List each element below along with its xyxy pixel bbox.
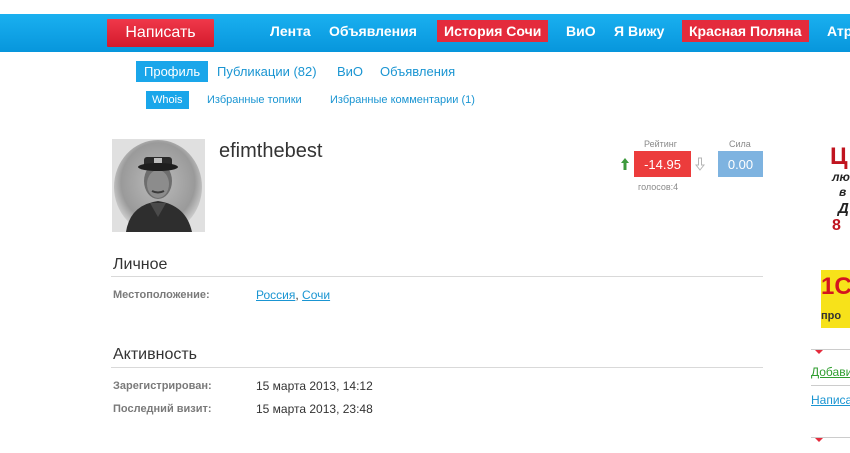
ad-line-4: Д xyxy=(838,200,849,217)
sidebar-marker-icon xyxy=(815,350,823,354)
location-value: Россия, Сочи xyxy=(256,288,330,302)
last-visit-value: 15 марта 2013, 23:48 xyxy=(256,402,373,416)
tab-publications[interactable]: Публикации (82) xyxy=(217,64,317,79)
nav-ads[interactable]: Объявления xyxy=(329,23,417,39)
ad2-line-2: про xyxy=(821,310,842,322)
subtab-whois[interactable]: Whois xyxy=(146,91,189,109)
city-link[interactable]: Сочи xyxy=(302,288,330,302)
location-separator: , xyxy=(295,288,299,302)
ad2-line-1: 1С xyxy=(821,273,850,300)
sidebar-write-link[interactable]: Написат xyxy=(811,393,850,407)
activity-divider xyxy=(111,367,763,368)
power-label: Сила xyxy=(729,139,751,149)
sidebar-banner-ad[interactable]: Ц лю в Д 8 xyxy=(830,144,850,248)
avatar xyxy=(112,139,205,232)
rating-label: Рейтинг xyxy=(644,139,678,149)
subtab-favorite-comments[interactable]: Избранные комментарии (1) xyxy=(330,94,475,106)
registered-label: Зарегистрирован: xyxy=(113,380,212,392)
power-value: 0.00 xyxy=(718,151,763,177)
ad-line-5: 8 xyxy=(832,217,841,234)
rating-value: -14.95 xyxy=(634,151,691,177)
nav-sochi-history[interactable]: История Сочи xyxy=(437,20,549,42)
top-navigation-bar: Написать Лента Объявления История Сочи В… xyxy=(0,14,850,52)
registered-value: 15 марта 2013, 14:12 xyxy=(256,379,373,393)
tab-vio[interactable]: ВиО xyxy=(337,64,363,79)
ad-line-1: Ц xyxy=(830,144,848,170)
sidebar-1c-ad[interactable]: 1С про xyxy=(821,270,850,328)
sidebar-add-link[interactable]: Добави xyxy=(811,365,850,379)
country-link[interactable]: Россия xyxy=(256,288,295,302)
personal-divider xyxy=(111,276,763,277)
ad-line-3: в xyxy=(839,185,847,199)
last-visit-label: Последний визит: xyxy=(113,403,212,415)
ad-line-2: лю xyxy=(832,170,850,184)
nav-atr[interactable]: Атр xyxy=(827,23,850,39)
vote-up-arrow-icon[interactable] xyxy=(620,157,630,171)
votes-count: голосов:4 xyxy=(638,182,679,192)
write-button[interactable]: Написать xyxy=(107,19,214,47)
vote-down-arrow-icon[interactable] xyxy=(695,157,705,171)
sidebar-divider-2 xyxy=(811,385,850,386)
tab-profile[interactable]: Профиль xyxy=(136,61,209,82)
tab-ads[interactable]: Объявления xyxy=(380,64,455,79)
nav-feed[interactable]: Лента xyxy=(270,23,311,39)
personal-section-title: Личное xyxy=(113,256,168,273)
location-label: Местоположение: xyxy=(113,289,210,301)
avatar-photo xyxy=(112,139,205,232)
nav-vio[interactable]: ВиО xyxy=(566,23,596,39)
username: efimthebest xyxy=(219,140,323,162)
nav-i-see[interactable]: Я Вижу xyxy=(614,23,664,39)
nav-krasnaya-polyana[interactable]: Красная Поляна xyxy=(682,20,809,42)
sidebar-marker-icon-2 xyxy=(815,438,823,442)
activity-section-title: Активность xyxy=(113,346,198,363)
subtab-favorite-topics[interactable]: Избранные топики xyxy=(207,94,302,106)
